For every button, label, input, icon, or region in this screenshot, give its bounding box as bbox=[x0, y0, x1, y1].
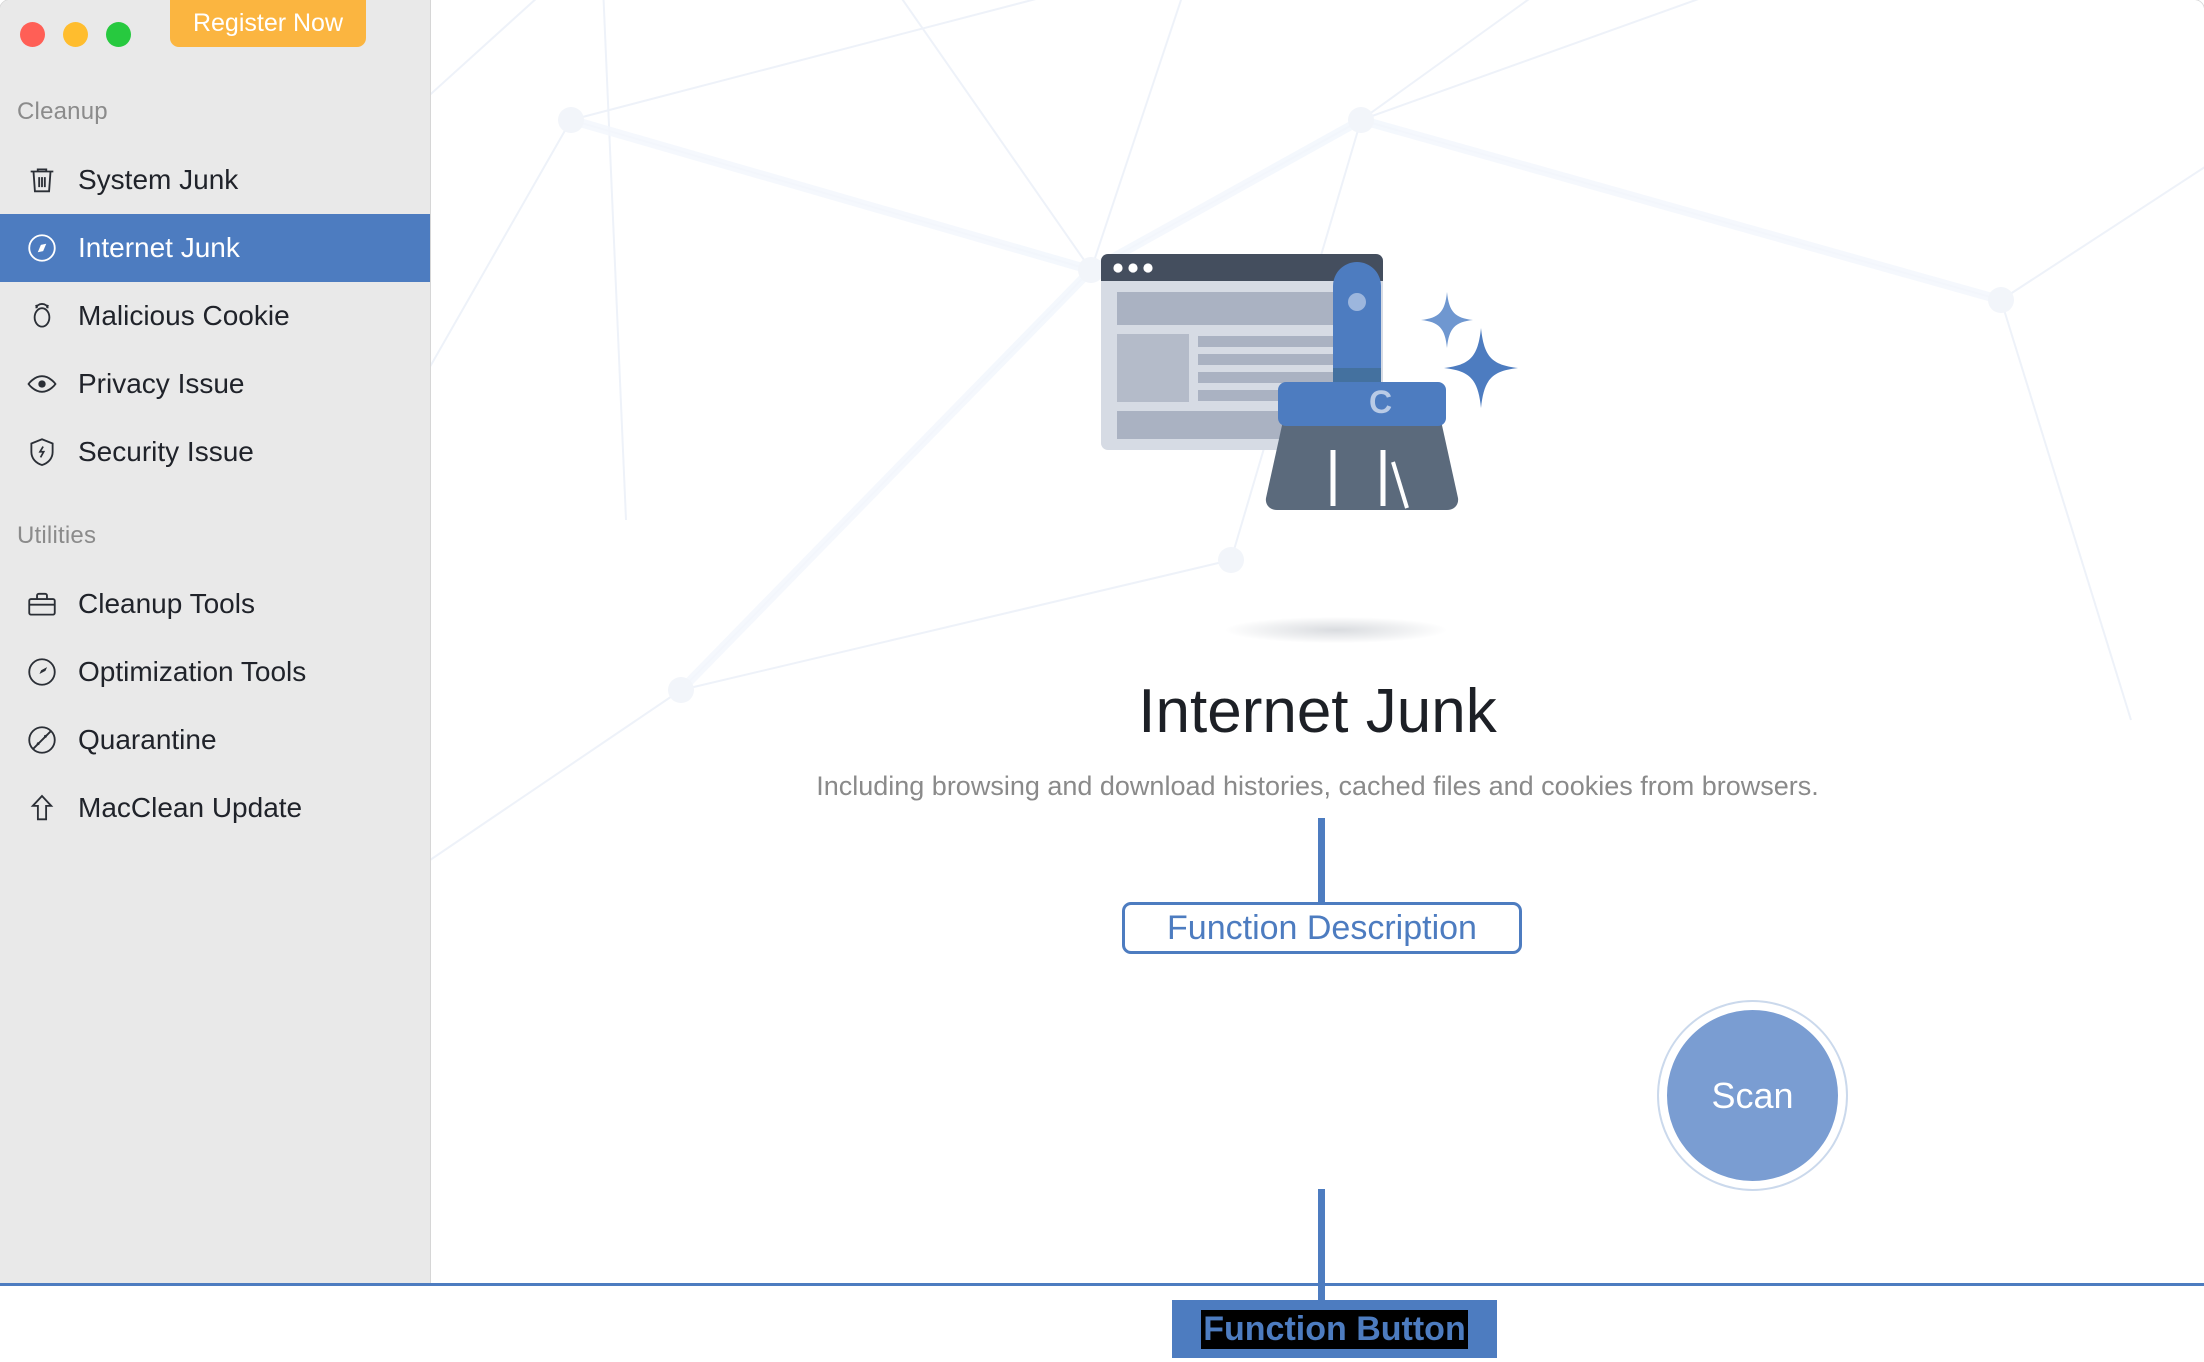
sidebar-item-label: Quarantine bbox=[78, 724, 217, 755]
sidebar-item-system-junk[interactable]: System Junk bbox=[0, 146, 430, 214]
brush-letter: C bbox=[1369, 384, 1392, 420]
sidebar-item-label: Internet Junk bbox=[78, 232, 240, 263]
close-window-button[interactable] bbox=[20, 22, 45, 47]
sidebar-item-label: System Junk bbox=[78, 164, 239, 195]
scan-button[interactable]: Scan bbox=[1659, 1002, 1846, 1189]
sidebar-section-header-utilities: Utilities bbox=[17, 522, 97, 549]
scan-button-label: Scan bbox=[1711, 1074, 1794, 1116]
sidebar-item-label: Malicious Cookie bbox=[78, 300, 290, 331]
shield-icon bbox=[22, 432, 62, 472]
trash-icon bbox=[22, 160, 62, 200]
sidebar-item-label: Security Issue bbox=[78, 436, 254, 467]
traffic-light-group bbox=[20, 22, 131, 47]
compass-icon bbox=[22, 228, 62, 268]
eye-icon bbox=[22, 364, 62, 404]
sidebar: Register Now Cleanup System Junk Interne… bbox=[0, 0, 431, 1283]
annotation-label: Function Button bbox=[1201, 1309, 1468, 1349]
sidebar-item-label: Optimization Tools bbox=[78, 656, 307, 687]
sidebar-section-header-cleanup: Cleanup bbox=[17, 98, 108, 125]
browser-cleanup-illustration: C bbox=[1101, 254, 1518, 510]
page-title: Internet Junk bbox=[1138, 677, 1497, 746]
arrow-up-icon bbox=[22, 788, 62, 828]
sidebar-item-malicious-cookie[interactable]: Malicious Cookie bbox=[0, 282, 430, 350]
page-subtitle: Including browsing and download historie… bbox=[816, 771, 1819, 801]
sidebar-item-privacy-issue[interactable]: Privacy Issue bbox=[0, 350, 430, 418]
sidebar-item-label: Cleanup Tools bbox=[78, 588, 255, 619]
app-window: Register Now Cleanup System Junk Interne… bbox=[0, 0, 2204, 1283]
toolbox-icon bbox=[22, 584, 62, 624]
annotation-baseline bbox=[0, 1283, 2204, 1286]
sidebar-item-internet-junk[interactable]: Internet Junk bbox=[0, 214, 430, 282]
minimize-window-button[interactable] bbox=[63, 22, 88, 47]
register-now-button[interactable]: Register Now bbox=[170, 0, 366, 47]
sidebar-item-label: Privacy Issue bbox=[78, 368, 245, 399]
main-content: C Internet Junk Including browsing and d… bbox=[431, 0, 2204, 1283]
sidebar-item-label: MacClean Update bbox=[78, 792, 303, 823]
sidebar-item-quarantine[interactable]: Quarantine bbox=[0, 706, 430, 774]
annotation-callout-function-button: Function Button bbox=[1172, 1300, 1497, 1358]
maximize-window-button[interactable] bbox=[106, 22, 131, 47]
speedometer-icon bbox=[22, 652, 62, 692]
sidebar-item-cleanup-tools[interactable]: Cleanup Tools bbox=[0, 570, 430, 638]
sidebar-item-security-issue[interactable]: Security Issue bbox=[0, 418, 430, 486]
sidebar-item-macclean-update[interactable]: MacClean Update bbox=[0, 774, 430, 842]
illustration-shadow bbox=[1226, 617, 1446, 643]
bug-icon bbox=[22, 296, 62, 336]
no-entry-icon bbox=[22, 720, 62, 760]
sidebar-item-optimization-tools[interactable]: Optimization Tools bbox=[0, 638, 430, 706]
